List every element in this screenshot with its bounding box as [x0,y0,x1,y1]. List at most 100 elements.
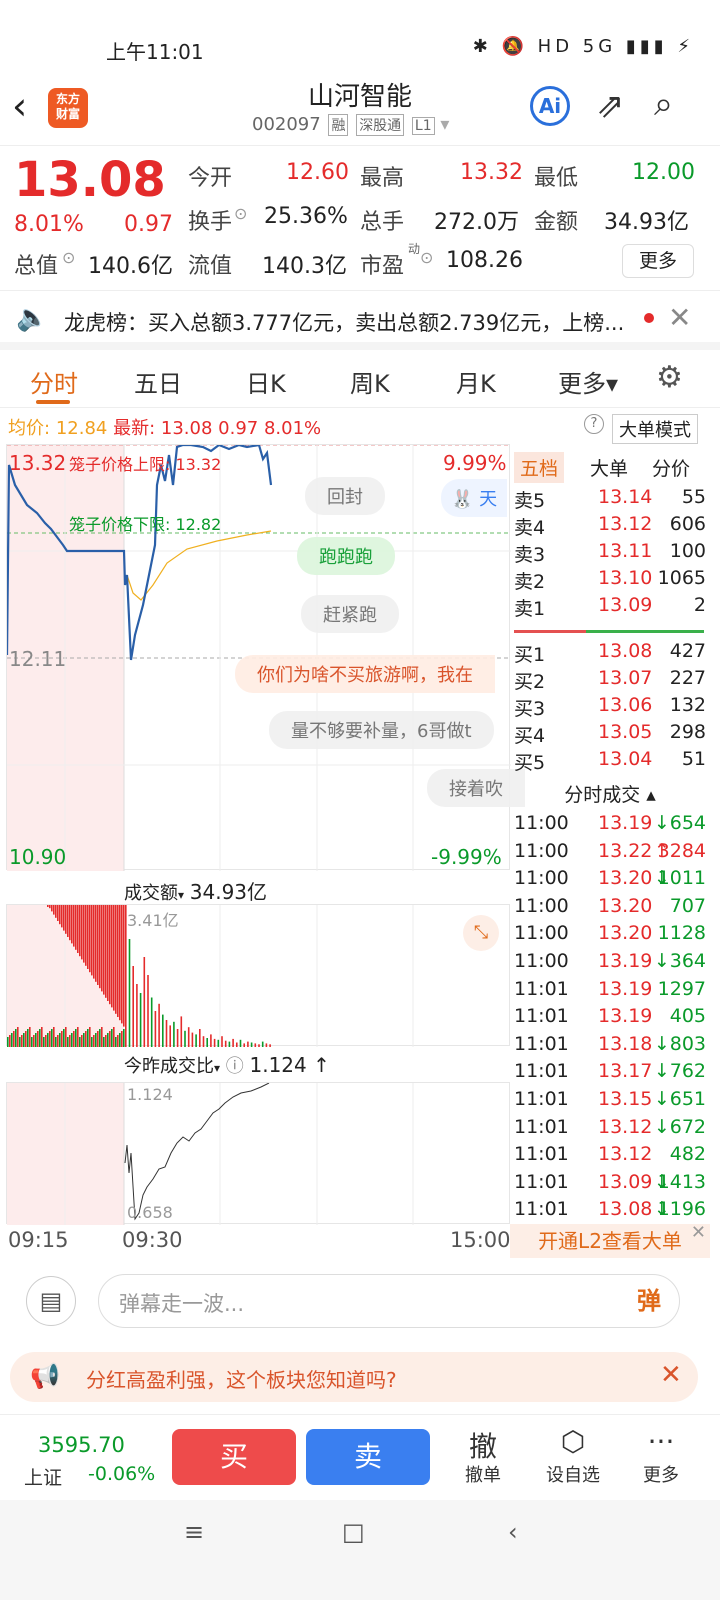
trade-time: 11:00 [514,812,569,834]
unread-dot [644,313,654,323]
tab-daily[interactable]: 日K [246,364,286,399]
bid-row[interactable]: 买4 13.05 298 [514,721,706,748]
ask-row[interactable]: 卖1 13.09 2 [514,594,706,621]
notice-bar[interactable]: 🔈 龙虎榜：买入总额3.777亿元，卖出总额2.739亿元，上榜... ✕ [0,290,720,350]
trade-volume: 803 [669,1032,706,1055]
help-icon[interactable]: ? [584,414,604,434]
volume-bar [45,1035,47,1047]
tab-monthly[interactable]: 月K [456,364,496,399]
trade-row: 11:01 13.09 ↓ 1413 [514,1171,706,1198]
volume-bar [75,905,77,950]
volume-bar [65,1027,67,1047]
ai-icon[interactable]: Ai [530,86,570,126]
index-change: -0.06% [88,1463,156,1485]
info-icon[interactable]: ⊙ [420,248,433,267]
bid-row[interactable]: 买3 13.06 132 [514,694,706,721]
tab-weekly[interactable]: 周K [350,364,390,399]
more-actions-label: 更多 [643,1465,679,1486]
gear-icon[interactable]: ⚙ [656,360,683,395]
bid-price: 13.06 [598,694,653,716]
ratio-min: 0.658 [127,1203,173,1222]
last-label: 最新: [113,418,156,439]
index-value[interactable]: 3595.70 [38,1433,125,1457]
trade-row: 11:01 13.19 405 [514,1005,706,1032]
trade-row: 11:01 13.08 ↓ 1196 [514,1198,706,1225]
mktcap-value: 140.6亿 [88,254,173,279]
volume-bar [115,1037,117,1047]
expand-icon[interactable]: ⤡ [463,915,499,951]
tab-intraday[interactable]: 分时 [30,364,78,399]
danmu-settings-icon[interactable]: ▤ [26,1276,76,1326]
ask-level: 卖3 [514,544,546,566]
promo-banner[interactable]: 📢 分红高盈利强，这个板块您知道吗? ✕ [10,1352,698,1402]
buy-button[interactable]: 买 [172,1429,296,1485]
ask-row[interactable]: 卖5 13.14 55 [514,486,706,513]
cancel-order-button[interactable]: 撤 撤单 [448,1425,518,1487]
tab-five-day[interactable]: 五日 [134,364,182,399]
ask-row[interactable]: 卖3 13.11 100 [514,540,706,567]
volume-bar [199,1029,201,1047]
ask-level: 卖4 [514,517,546,539]
trade-price: 13.20 [598,867,653,890]
bid-row[interactable]: 买2 13.07 227 [514,667,706,694]
tag-level: L1 [411,117,435,135]
volume-bar [49,1031,51,1047]
tab-price-dist[interactable]: 分价 [652,454,690,481]
sell-button[interactable]: 卖 [306,1429,430,1485]
search-icon[interactable]: ⌕ [654,84,673,124]
danmu-toggle-button[interactable]: 弹 [618,1274,680,1328]
big-order-mode-button[interactable]: 大单模式 [612,414,698,444]
trade-row: 11:00 13.22 ↑ 3284 [514,840,706,867]
tab-five-level[interactable]: 五档 [514,452,565,483]
stock-code-row[interactable]: 002097 融 深股通 L1 ▾ [252,114,449,136]
volume-bar [228,1041,231,1047]
l2-upgrade-button[interactable]: 开通L2查看大单 ✕ [510,1222,710,1258]
volume-title[interactable]: 成交额▾ 34.93亿 [124,876,267,905]
info-icon[interactable]: ⊙ [234,204,247,223]
trade-direction: ↓ [654,1088,670,1110]
intraday-chart[interactable]: 13.32 9.99% 12.11 10.90 -9.99% 笼子价格上限: 1… [6,444,525,871]
trade-time: 11:01 [514,1032,569,1055]
info-icon[interactable]: ⊙ [62,248,75,267]
volume-bar [91,1037,93,1047]
volume-bar [59,1033,61,1047]
trade-time: 11:01 [514,1198,569,1221]
ask-row[interactable]: 卖2 13.10 1065 [514,567,706,594]
menu-icon[interactable]: ≡ [184,1518,204,1546]
close-icon[interactable]: ✕ [660,1360,682,1390]
volume-bar [206,1038,208,1047]
amount-value: 34.93亿 [604,210,689,235]
help-icon[interactable]: ⓘ [226,1056,244,1077]
trade-row: 11:01 13.15 ↓ 651 [514,1088,706,1115]
danmu-input[interactable]: 弹幕走一波... [98,1274,680,1328]
share-icon[interactable]: ⇗ [596,86,625,126]
ask-price: 13.11 [598,540,653,562]
tab-big-order[interactable]: 大单 [590,454,628,481]
volume-bar [19,1037,21,1047]
volume-bar [121,905,123,1024]
add-watchlist-button[interactable]: ⬡ 设自选 [538,1425,608,1487]
tab-more[interactable]: 更多▾ [558,364,618,399]
more-actions-button[interactable]: ··· 更多 [626,1425,696,1487]
trade-time: 11:01 [514,1143,569,1166]
close-icon[interactable]: ✕ [691,1216,706,1250]
bid-row[interactable]: 买5 13.04 51 [514,748,706,775]
ask-row[interactable]: 卖4 13.12 606 [514,513,706,540]
volume-bar [180,1016,183,1047]
volume-bar [13,1031,15,1047]
volume-bar [247,1041,249,1047]
volume-label: 总手 [360,210,405,235]
close-icon[interactable]: ✕ [668,301,691,334]
more-button[interactable]: 更多 [622,244,694,278]
bid-row[interactable]: 买1 13.08 427 [514,640,706,667]
bid-volume: 51 [681,748,706,770]
upper-cage-label: 笼子价格上限: 13.32 [69,455,222,474]
trades-header[interactable]: 分时成交 ▴ [510,780,710,807]
volume-bar [139,993,142,1047]
back-nav-icon[interactable]: ‹ [508,1518,518,1546]
home-icon[interactable]: □ [342,1518,365,1546]
bid-volume: 427 [669,640,706,662]
ratio-title[interactable]: 今昨成交比▾ ⓘ 1.124 ↑ [124,1052,330,1078]
volume-bar [254,1043,257,1047]
trade-price: 13.09 [598,1170,653,1193]
